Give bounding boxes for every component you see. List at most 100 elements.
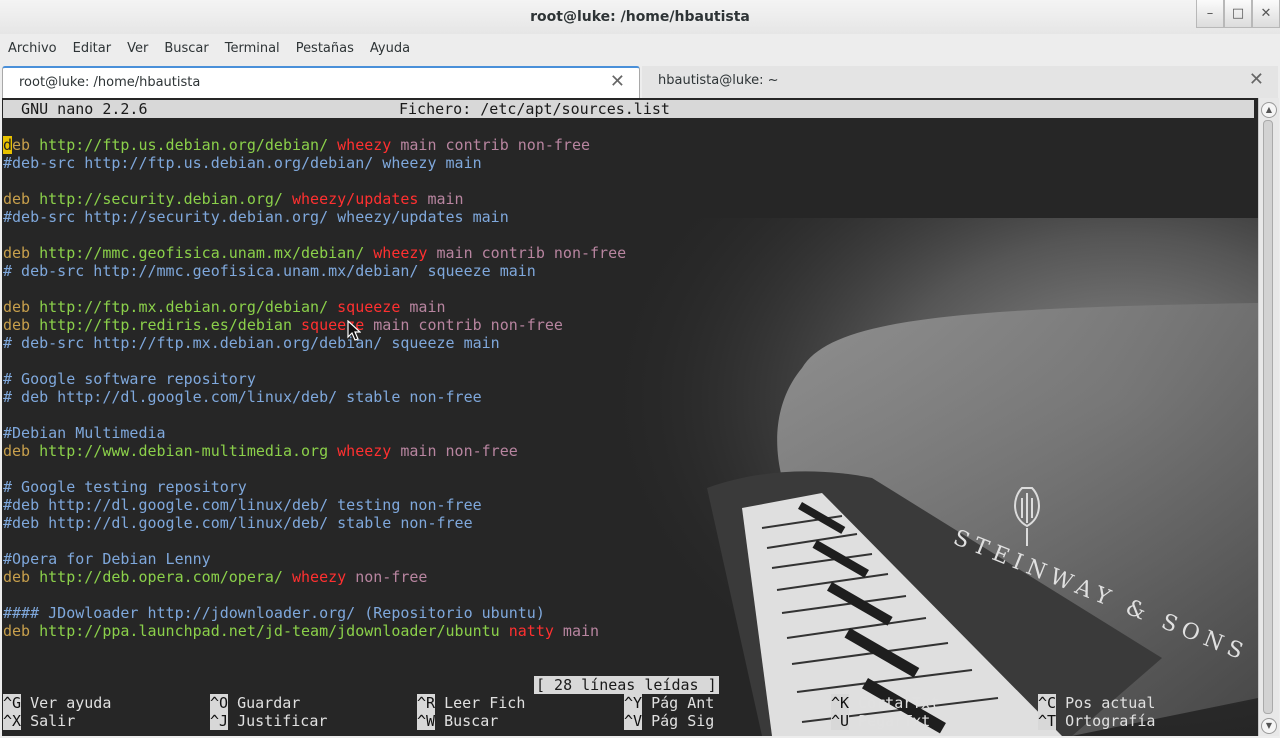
line-segment: deb — [3, 190, 40, 208]
terminal-view[interactable]: STEINWAY & SONS GNU nano 2.2.6 Fichero: /… — [2, 98, 1258, 736]
shortcut-key: ^U — [831, 712, 850, 730]
shortcut-key: ^V — [624, 712, 643, 730]
shortcut-label: PegarTxt — [849, 712, 931, 730]
menu-buscar[interactable]: Buscar — [156, 41, 216, 56]
file-line[interactable]: #### JDowloader http://jdownloader.org/ … — [3, 604, 545, 622]
menu-editar[interactable]: Editar — [65, 41, 120, 56]
file-line[interactable]: # Google testing repository — [3, 478, 247, 496]
window-titlebar: root@luke: /home/hbautista – □ ✕ — [0, 0, 1280, 34]
shortcut-label: Salir — [21, 712, 76, 730]
line-segment: http://ftp.rediris.es/debian — [39, 316, 302, 334]
file-line[interactable]: # deb-src http://ftp.mx.debian.org/debia… — [3, 334, 500, 352]
shortcut-key: ^X — [3, 712, 22, 730]
shortcut-item: ^K CortarTxt — [831, 694, 939, 712]
minimize-button[interactable]: – — [1196, 0, 1224, 28]
file-line[interactable]: deb http://ftp.us.debian.org/debian/ whe… — [3, 136, 590, 154]
window-title: root@luke: /home/hbautista — [530, 9, 750, 25]
shortcut-label: Buscar — [435, 712, 499, 730]
line-segment: main — [427, 190, 464, 208]
shortcut-item: ^G Ver ayuda — [3, 694, 111, 712]
file-line[interactable]: #deb http://dl.google.com/linux/deb/ tes… — [3, 496, 482, 514]
tab-close-icon[interactable]: ✕ — [610, 71, 625, 92]
shortcut-label: Guardar — [228, 694, 301, 712]
line-segment: http://www.debian-multimedia.org — [39, 442, 338, 460]
file-line[interactable]: deb http://ftp.mx.debian.org/debian/ squ… — [3, 298, 446, 316]
line-segment: # Google testing repository — [3, 478, 247, 496]
shortcut-key: ^Y — [624, 694, 643, 712]
line-segment: wheezy/updates — [292, 190, 428, 208]
file-line[interactable]: #Debian Multimedia — [3, 424, 166, 442]
line-segment: wheezy — [337, 442, 401, 460]
file-line[interactable]: #Opera for Debian Lenny — [3, 550, 211, 568]
line-segment: # deb http://dl.google.com/linux/deb/ st… — [3, 388, 482, 406]
menu-pestanas[interactable]: Pestañas — [288, 41, 362, 56]
shortcut-key: ^G — [3, 694, 22, 712]
menubar: Archivo Editar Ver Buscar Terminal Pesta… — [0, 34, 1280, 62]
close-button[interactable]: ✕ — [1252, 0, 1280, 28]
line-segment: main contrib non-free — [436, 244, 627, 262]
scroll-down-icon[interactable]: ▼ — [1261, 718, 1277, 734]
line-segment: http://ftp.us.debian.org/debian/ — [39, 136, 338, 154]
line-segment: main contrib non-free — [400, 136, 591, 154]
file-line[interactable]: # Google software repository — [3, 370, 256, 388]
scrollbar[interactable]: ▲ ▼ — [1258, 98, 1279, 736]
line-segment: #Debian Multimedia — [3, 424, 166, 442]
file-line[interactable]: deb http://deb.opera.com/opera/ wheezy n… — [3, 568, 427, 586]
line-segment: deb — [3, 316, 40, 334]
shortcut-label: Pág Sig — [642, 712, 715, 730]
shortcut-key: ^O — [210, 694, 229, 712]
shortcut-label: CortarTxt — [849, 694, 940, 712]
mouse-pointer-icon — [347, 320, 361, 341]
line-segment: eb — [12, 136, 40, 154]
shortcut-label: Justificar — [228, 712, 328, 730]
file-line[interactable]: # deb http://dl.google.com/linux/deb/ st… — [3, 388, 482, 406]
scroll-up-icon[interactable]: ▲ — [1261, 102, 1277, 118]
line-segment: deb — [3, 622, 40, 640]
menu-terminal[interactable]: Terminal — [217, 41, 288, 56]
file-line[interactable]: #deb-src http://security.debian.org/ whe… — [3, 208, 509, 226]
file-line[interactable]: #deb http://dl.google.com/linux/deb/ sta… — [3, 514, 473, 532]
line-segment: wheezy — [337, 136, 401, 154]
shortcut-label: Pos actual — [1056, 694, 1156, 712]
text-cursor: d — [3, 136, 13, 154]
line-segment: main — [562, 622, 600, 640]
line-segment: deb — [3, 442, 40, 460]
line-segment: http://ftp.mx.debian.org/debian/ — [39, 298, 338, 316]
menu-ayuda[interactable]: Ayuda — [362, 41, 418, 56]
shortcut-item: ^V Pág Sig — [624, 712, 714, 730]
nano-header: GNU nano 2.2.6 Fichero: /etc/apt/sources.… — [3, 100, 1254, 118]
shortcut-item: ^Y Pág Ant — [624, 694, 714, 712]
menu-ver[interactable]: Ver — [119, 41, 156, 56]
line-segment: deb — [3, 244, 40, 262]
line-segment: http://deb.opera.com/opera/ — [39, 568, 292, 586]
line-segment: #deb-src http://security.debian.org/ whe… — [3, 208, 509, 226]
tab-root[interactable]: root@luke: /home/hbautista ✕ — [2, 66, 640, 98]
shortcut-item: ^T Ortografía — [1038, 712, 1155, 730]
file-line[interactable]: #deb-src http://ftp.us.debian.org/debian… — [3, 154, 482, 172]
maximize-button[interactable]: □ — [1224, 0, 1252, 28]
file-line[interactable]: deb http://www.debian-multimedia.org whe… — [3, 442, 518, 460]
tab-label: root@luke: /home/hbautista — [19, 75, 201, 90]
nano-version: GNU nano 2.2.6 — [3, 100, 148, 118]
line-segment: non-free — [355, 568, 428, 586]
line-segment: squeeze — [301, 316, 374, 334]
shortcut-item: ^O Guardar — [210, 694, 300, 712]
line-segment: deb — [3, 568, 40, 586]
shortcut-item: ^J Justificar — [210, 712, 327, 730]
menu-archivo[interactable]: Archivo — [0, 41, 65, 56]
shortcut-item: ^W Buscar — [417, 712, 498, 730]
file-line[interactable]: # deb-src http://mmc.geofisica.unam.mx/d… — [3, 262, 536, 280]
file-line[interactable]: deb http://security.debian.org/ wheezy/u… — [3, 190, 464, 208]
tab-close-icon[interactable]: ✕ — [1249, 69, 1264, 90]
line-segment: squeeze — [337, 298, 410, 316]
tab-hbautista[interactable]: hbautista@luke: ~ ✕ — [642, 66, 1278, 98]
scroll-thumb[interactable] — [1263, 120, 1273, 714]
line-segment: main — [409, 298, 446, 316]
file-line[interactable]: deb http://ftp.rediris.es/debian squeeze… — [3, 316, 563, 334]
line-segment: natty — [508, 622, 563, 640]
shortcut-label: Ortografía — [1056, 712, 1156, 730]
line-segment: # deb-src http://ftp.mx.debian.org/debia… — [3, 334, 500, 352]
line-segment: #Opera for Debian Lenny — [3, 550, 211, 568]
file-line[interactable]: deb http://ppa.launchpad.net/jd-team/jdo… — [3, 622, 599, 640]
file-line[interactable]: deb http://mmc.geofisica.unam.mx/debian/… — [3, 244, 626, 262]
